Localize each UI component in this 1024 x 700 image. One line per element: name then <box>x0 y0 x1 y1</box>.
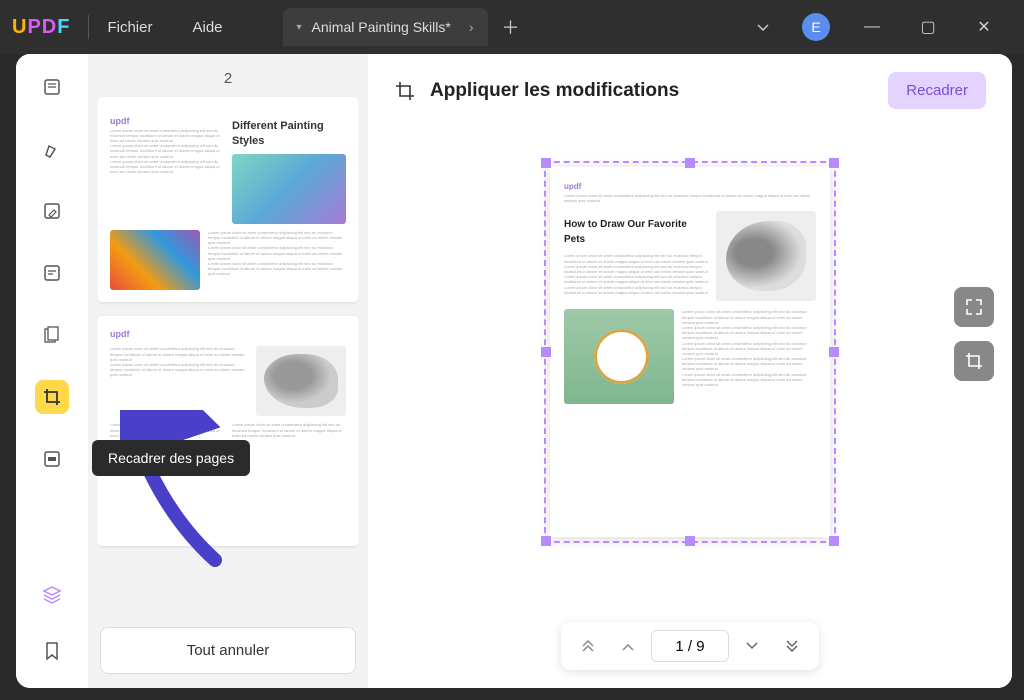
crop-handle-tl[interactable] <box>541 158 551 168</box>
edit-tool[interactable] <box>35 194 69 228</box>
crop-handle-l[interactable] <box>541 347 551 357</box>
preview-image-dog <box>716 211 816 301</box>
close-button[interactable]: ✕ <box>970 16 998 38</box>
redact-tool[interactable] <box>35 442 69 476</box>
last-page-button[interactable] <box>775 631 809 661</box>
preview-image-flowers <box>564 309 674 404</box>
canvas-tools <box>954 287 994 381</box>
user-avatar[interactable]: E <box>802 13 830 41</box>
crop-tooltip: Recadrer des pages <box>92 440 250 476</box>
new-tab-button[interactable]: ＋ <box>502 14 520 40</box>
titlebar: UPDF Fichier Aide ▾ Animal Painting Skil… <box>0 0 1024 54</box>
apply-crop-button[interactable]: Recadrer <box>888 72 986 109</box>
tab-title: Animal Painting Skills* <box>312 19 451 35</box>
crop-handle-bl[interactable] <box>541 536 551 546</box>
page-navigator <box>561 622 819 670</box>
reset-all-button[interactable]: Tout annuler <box>100 627 356 674</box>
next-page-button[interactable] <box>735 631 769 661</box>
organize-tool[interactable] <box>35 318 69 352</box>
canvas-area: updf How to Draw Our Favorite Pets <box>368 127 1012 688</box>
crop-icon <box>394 80 416 102</box>
first-page-button[interactable] <box>571 631 605 661</box>
maximize-button[interactable]: ▢ <box>914 16 942 38</box>
dropdown-icon[interactable] <box>752 16 774 38</box>
app-logo: UPDF <box>12 16 70 39</box>
crop-handle-br[interactable] <box>829 536 839 546</box>
tab-dropdown-icon[interactable]: ▾ <box>297 22 302 33</box>
page-number-label: 2 <box>98 70 358 87</box>
menu-file[interactable]: Fichier <box>107 19 152 36</box>
crop-handle-tr[interactable] <box>829 158 839 168</box>
layers-icon[interactable] <box>35 578 69 612</box>
main-header: Appliquer les modifications Recadrer <box>368 54 1012 127</box>
crop-handle-b[interactable] <box>685 536 695 546</box>
thumbnail-page-2[interactable]: updf Different Painting Styles <box>98 97 358 302</box>
fullscreen-tool[interactable] <box>954 287 994 327</box>
menu-help[interactable]: Aide <box>192 19 222 36</box>
document-tab[interactable]: ▾ Animal Painting Skills* › <box>283 8 488 46</box>
thumbnail-page-3[interactable]: updf Cute Pet Painting Steps <box>98 316 358 546</box>
crop-handle-t[interactable] <box>685 158 695 168</box>
bookmark-icon[interactable] <box>35 634 69 668</box>
form-tool[interactable] <box>35 256 69 290</box>
crop-pages-tool[interactable] <box>35 380 69 414</box>
main-area: Appliquer les modifications Recadrer upd… <box>368 54 1012 688</box>
minimize-button[interactable]: — <box>858 16 886 38</box>
page-input[interactable] <box>651 630 729 662</box>
app-body: Recadrer des pages 2 updf Different Pain… <box>16 54 1012 688</box>
thumbnail-panel: 2 updf Different Painting Styles updf <box>88 54 368 688</box>
crop-tool[interactable] <box>954 341 994 381</box>
left-sidebar: Recadrer des pages <box>16 54 88 688</box>
prev-page-button[interactable] <box>611 631 645 661</box>
crop-handle-r[interactable] <box>829 347 839 357</box>
header-title: Appliquer les modifications <box>430 80 679 102</box>
tab-next-icon[interactable]: › <box>469 19 474 35</box>
separator <box>88 15 89 39</box>
page-preview[interactable]: updf How to Draw Our Favorite Pets <box>550 167 830 537</box>
comment-tool[interactable] <box>35 132 69 166</box>
reader-tool[interactable] <box>35 70 69 104</box>
